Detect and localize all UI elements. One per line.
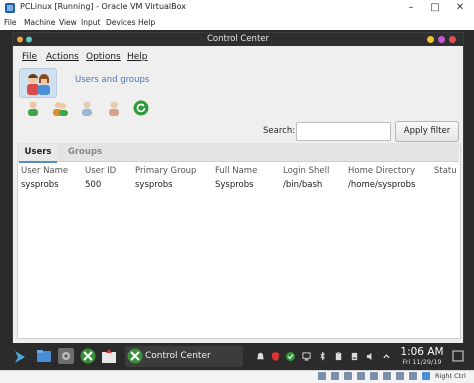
host-menu-input[interactable]: Input — [81, 18, 100, 27]
clock-date: Fri 11/29/19 — [402, 358, 442, 366]
control-center-window: Control Center File Actions Options Help… — [12, 32, 464, 344]
package-manager-icon[interactable] — [101, 348, 117, 364]
close-button[interactable]: ✕ — [453, 1, 467, 15]
host-key-label: Right Ctrl — [435, 372, 466, 380]
refresh-icon[interactable] — [133, 100, 149, 116]
audio-status-icon[interactable] — [344, 372, 352, 380]
tab-users[interactable]: Users — [19, 144, 57, 163]
maximize-button[interactable]: □ — [428, 1, 442, 15]
host-menu-machine[interactable]: Machine — [24, 18, 55, 27]
control-center-launcher-icon[interactable] — [80, 348, 96, 364]
maximize-dot-button[interactable] — [438, 36, 445, 43]
window-title: Control Center — [206, 34, 270, 44]
taskbar-window-label: Control Center — [145, 351, 211, 361]
column-header-full-name[interactable]: Full Name — [215, 166, 257, 176]
device-storage-icon[interactable] — [350, 352, 359, 361]
optical-drive-status-icon[interactable] — [331, 372, 339, 380]
recording-status-icon[interactable] — [409, 372, 417, 380]
cell-primary-group: sysprobs — [135, 180, 173, 190]
cell-full-name: Sysprobs — [215, 180, 254, 190]
column-header-user-name[interactable]: User Name — [21, 166, 68, 176]
network-status-icon[interactable] — [357, 372, 365, 380]
bluetooth-icon[interactable] — [318, 352, 327, 361]
usb-status-icon[interactable] — [370, 372, 378, 380]
cell-user-name: sysprobs — [21, 180, 59, 190]
keyboard-capture-icon[interactable] — [422, 372, 430, 380]
host-title-bar: PCLinux [Running] - Oracle VM VirtualBox… — [0, 0, 474, 18]
tab-groups[interactable]: Groups — [63, 144, 107, 161]
cell-login-shell: /bin/bash — [283, 180, 323, 190]
delete-user-icon[interactable] — [106, 100, 122, 116]
host-menu-help[interactable]: Help — [138, 18, 155, 27]
column-header-status[interactable]: Statu — [434, 166, 457, 176]
cell-home-directory: /home/sysprobs — [348, 180, 416, 190]
security-shield-icon[interactable] — [271, 352, 280, 361]
host-menu-bar: File Machine View Input Devices Help — [0, 17, 474, 31]
show-desktop-icon[interactable] — [452, 350, 464, 362]
host-window-title: PCLinux [Running] - Oracle VM VirtualBox — [20, 2, 187, 11]
control-center-taskbar-icon — [127, 348, 143, 364]
menu-help[interactable]: Help — [127, 52, 148, 62]
close-dot-button[interactable] — [449, 36, 456, 43]
menu-actions[interactable]: Actions — [46, 52, 79, 62]
shared-folders-status-icon[interactable] — [383, 372, 391, 380]
display-status-icon[interactable] — [396, 372, 404, 380]
clock-time[interactable]: 1:06 AM — [400, 346, 444, 358]
updates-check-icon[interactable] — [286, 352, 295, 361]
column-header-user-id[interactable]: User ID — [85, 166, 116, 176]
host-menu-view[interactable]: View — [59, 18, 77, 27]
expand-tray-icon[interactable] — [382, 352, 391, 361]
clipboard-icon[interactable] — [334, 352, 343, 361]
users-groups-icon — [19, 68, 57, 98]
start-menu-icon[interactable] — [12, 349, 28, 365]
settings-icon[interactable] — [58, 348, 74, 364]
file-manager-icon[interactable] — [36, 348, 52, 364]
column-header-home-directory[interactable]: Home Directory — [348, 166, 415, 176]
add-group-icon[interactable] — [52, 100, 68, 116]
network-icon[interactable] — [302, 352, 311, 361]
hard-disk-status-icon[interactable] — [318, 372, 326, 380]
section-label: Users and groups — [75, 75, 150, 85]
apply-filter-button[interactable]: Apply filter — [395, 121, 459, 142]
virtualbox-logo-icon — [5, 3, 15, 13]
column-header-login-shell[interactable]: Login Shell — [283, 166, 329, 176]
volume-icon[interactable] — [366, 352, 375, 361]
search-label: Search: — [263, 126, 296, 136]
menu-options[interactable]: Options — [86, 52, 121, 62]
cell-user-id: 500 — [85, 180, 102, 190]
search-input[interactable] — [296, 122, 391, 141]
column-header-primary-group[interactable]: Primary Group — [135, 166, 196, 176]
minimize-button[interactable]: – — [404, 1, 418, 15]
edit-user-icon[interactable] — [79, 100, 95, 116]
notification-bell-icon[interactable] — [256, 352, 265, 361]
host-menu-file[interactable]: File — [4, 18, 17, 27]
host-menu-devices[interactable]: Devices — [106, 18, 136, 27]
add-user-icon[interactable] — [25, 100, 41, 116]
minimize-dot-button[interactable] — [427, 36, 434, 43]
window-title-bar: Control Center — [13, 33, 463, 46]
menu-file[interactable]: File — [22, 52, 37, 62]
